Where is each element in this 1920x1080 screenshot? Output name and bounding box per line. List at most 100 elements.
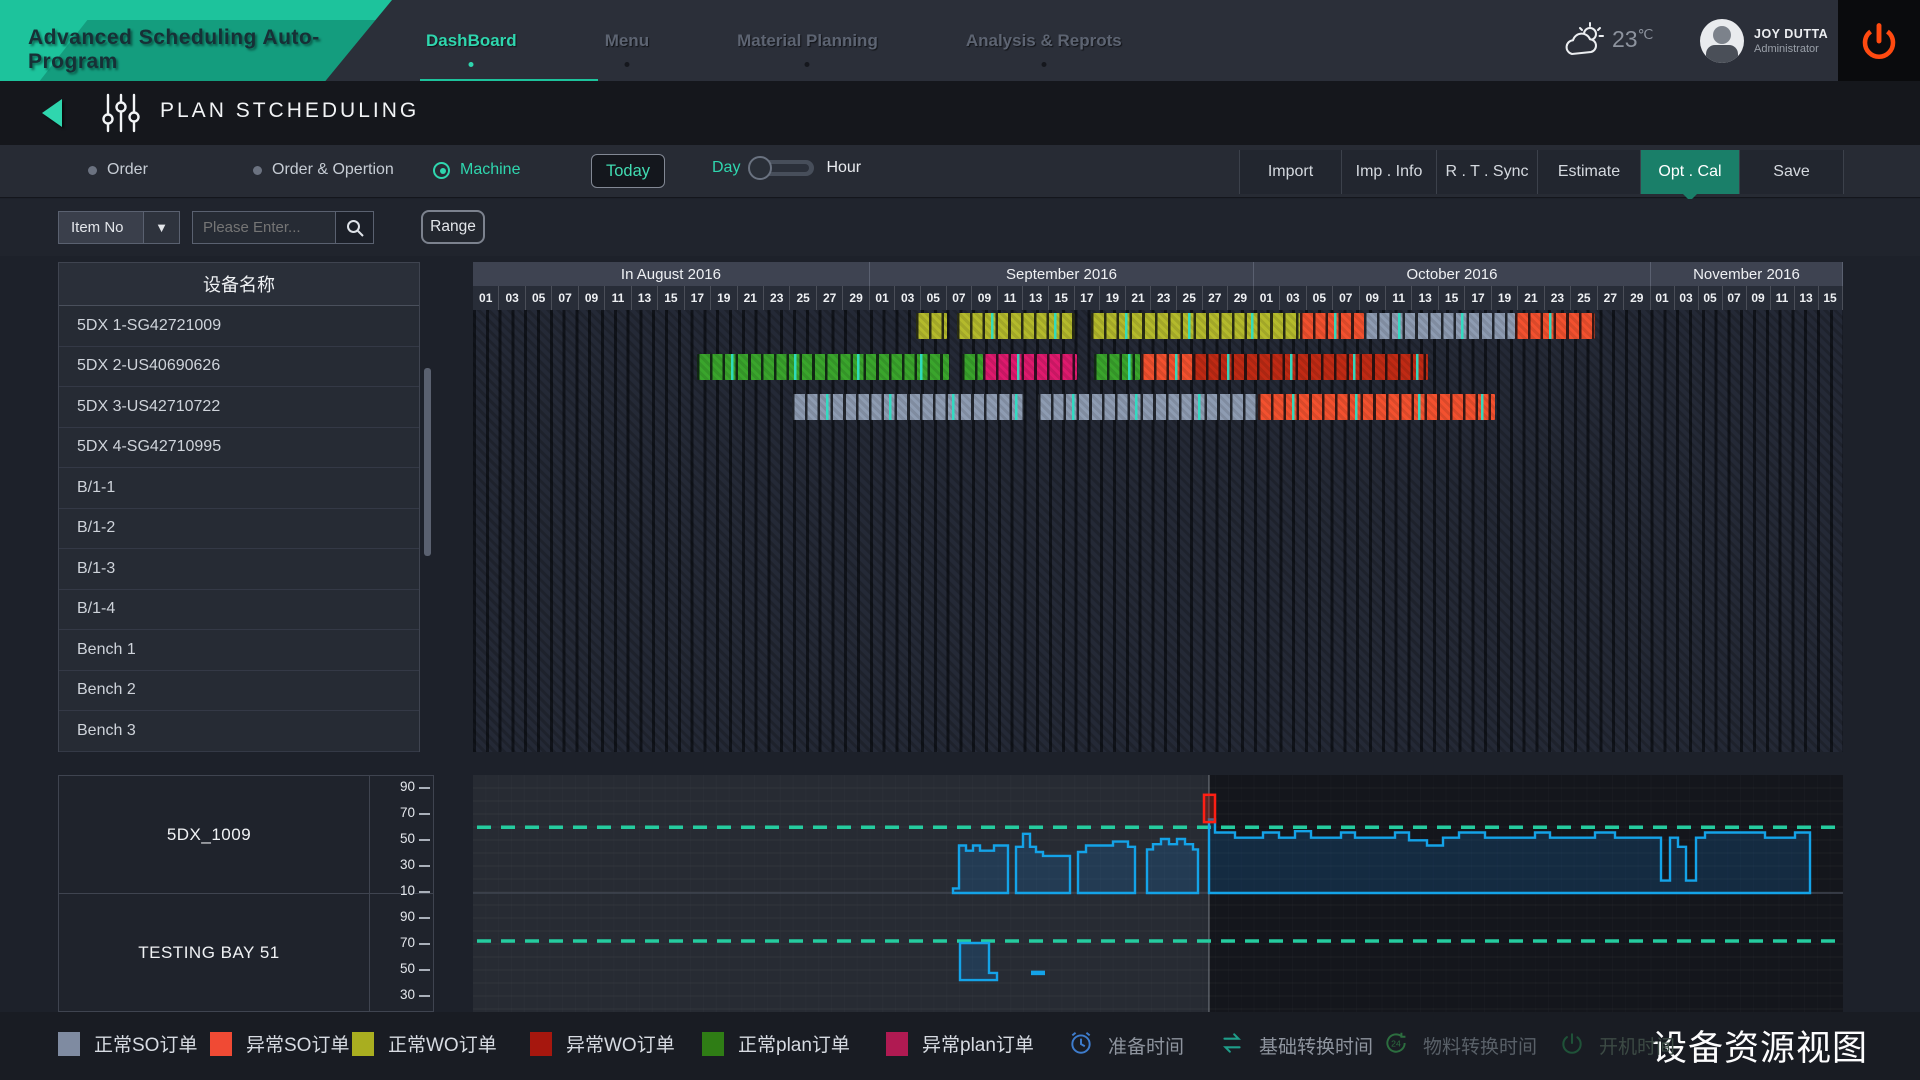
toolbar-button-opt-cal[interactable]: Opt . Cal [1641, 150, 1740, 194]
search-input[interactable] [193, 218, 335, 237]
legend-swatch [58, 1032, 80, 1056]
load-row-label-cell: TESTING BAY 5190705030 [59, 894, 433, 1011]
gantt-month-label: November 2016 [1651, 262, 1843, 286]
legend-item: 正常WO订单 [352, 1030, 497, 1057]
legend-item: 准备时间 [1068, 1030, 1184, 1061]
toggle-hour-label[interactable]: Hour [826, 159, 861, 177]
power-button[interactable] [1838, 0, 1920, 81]
nav-item-analysis-reprots[interactable]: Analysis & Reprots [960, 31, 1128, 51]
refresh-24-icon: 24 [1383, 1030, 1409, 1061]
legend-item: 正常plan订单 [702, 1030, 850, 1057]
radio-order-opertion[interactable]: Order & Opertion [253, 161, 394, 179]
gantt-bar-segment[interactable] [916, 313, 947, 339]
radio-icon[interactable] [88, 166, 97, 175]
machine-row[interactable]: 5DX 3-US42710722 [59, 387, 419, 428]
radio-selected-icon[interactable] [433, 162, 450, 179]
machine-list-panel: 设备名称 5DX 1-SG427210095DX 2-US406906265DX… [58, 262, 420, 752]
y-axis-tick: 50 [371, 961, 415, 976]
gantt-bar-segment[interactable] [1091, 313, 1300, 339]
toolbar-button-r-t-sync[interactable]: R . T . Sync [1437, 150, 1538, 194]
gantt-bar-segment[interactable] [1141, 354, 1192, 380]
radio-label: Machine [460, 161, 520, 179]
range-button[interactable]: Range [421, 210, 485, 244]
user-menu[interactable]: JOY DUTTA Administrator ▼ [1700, 14, 1857, 68]
gantt-bar-segment[interactable] [1300, 313, 1364, 339]
legend-label: 正常SO订单 [94, 1030, 197, 1057]
legend-label: 异常plan订单 [922, 1030, 1034, 1057]
machine-row[interactable]: B/1-2 [59, 509, 419, 550]
gantt-bar-segment[interactable] [697, 354, 949, 380]
search-icon[interactable] [335, 212, 373, 243]
legend-swatch [702, 1032, 724, 1056]
action-button-group: ImportImp . InfoR . T . SyncEstimateOpt … [1239, 150, 1844, 194]
machine-row[interactable]: B/1-4 [59, 590, 419, 631]
avatar[interactable] [1700, 19, 1744, 63]
power-icon [1858, 20, 1900, 62]
legend-label: 异常SO订单 [246, 1030, 349, 1057]
page-title: PLAN STCHEDULING [160, 99, 419, 123]
gantt-bar-segment[interactable] [1193, 354, 1429, 380]
gantt-bar-segment[interactable] [957, 313, 1075, 339]
app-logo: Advanced Scheduling Auto-Program [0, 0, 392, 81]
toolbar-button-imp-info[interactable]: Imp . Info [1342, 150, 1437, 194]
legend-swatch [210, 1032, 232, 1056]
gantt-bar-segment[interactable] [983, 354, 1078, 380]
machine-row[interactable]: 5DX 4-SG42710995 [59, 428, 419, 469]
weather-icon [1562, 22, 1606, 60]
toolbar-button-save[interactable]: Save [1740, 150, 1844, 194]
tick-dash [419, 943, 430, 945]
item-no-select[interactable]: Item No ▼ [58, 211, 180, 244]
gantt-month-header: In August 2016September 2016October 2016… [473, 262, 1843, 286]
load-row-label: 5DX_1009 [59, 776, 359, 893]
back-button[interactable] [42, 99, 62, 127]
machine-row[interactable]: Bench 1 [59, 630, 419, 671]
gantt-bar-segment[interactable] [1094, 354, 1140, 380]
sliders-icon [100, 93, 142, 138]
select-chevron-icon[interactable]: ▼ [143, 212, 179, 243]
logo-title: Advanced Scheduling Auto-Program [28, 26, 392, 74]
view-title: 设备资源视图 [1652, 1020, 1868, 1071]
legend-label: 物料转换时间 [1423, 1032, 1537, 1059]
gantt-bar-segment[interactable] [792, 394, 1024, 420]
machine-row[interactable]: 5DX 2-US40690626 [59, 347, 419, 388]
machine-list-header: 设备名称 [59, 263, 419, 306]
nav-item-material-planning[interactable]: Material Planning [731, 31, 884, 51]
radio-icon[interactable] [253, 166, 262, 175]
gantt-bar-segment[interactable] [1515, 313, 1594, 339]
machine-list-scrollbar[interactable] [424, 368, 431, 556]
day-hour-toggle[interactable] [752, 160, 814, 176]
gantt-bar-segment[interactable] [962, 354, 982, 380]
gantt-bars-layer [473, 306, 1843, 752]
legend-swatch [352, 1032, 374, 1056]
legend-item: 24 物料转换时间 [1383, 1030, 1537, 1061]
tick-dash [419, 839, 430, 841]
machine-row[interactable]: B/1-3 [59, 549, 419, 590]
radio-order[interactable]: Order [88, 161, 148, 179]
legend-item: 异常SO订单 [210, 1030, 349, 1057]
radio-machine[interactable]: Machine [433, 161, 520, 179]
toggle-day-label[interactable]: Day [712, 159, 740, 177]
tick-dash [419, 917, 430, 919]
gantt-bar-segment[interactable] [1364, 313, 1515, 339]
radio-label: Order [107, 161, 148, 179]
y-axis-tick: 90 [371, 909, 415, 924]
toolbar-button-import[interactable]: Import [1239, 150, 1342, 194]
temperature: 23℃ [1612, 26, 1653, 53]
machine-row[interactable]: B/1-1 [59, 468, 419, 509]
toolbar-button-estimate[interactable]: Estimate [1538, 150, 1641, 194]
nav-item-menu[interactable]: Menu [599, 31, 655, 51]
load-row-label: TESTING BAY 51 [59, 894, 359, 1011]
nav-item-dashboard[interactable]: DashBoard [420, 31, 523, 51]
y-axis-tick: 90 [371, 779, 415, 794]
machine-row[interactable]: 5DX 1-SG42721009 [59, 306, 419, 347]
power-icon [1559, 1030, 1585, 1061]
legend-swatch [886, 1032, 908, 1056]
machine-row[interactable]: Bench 3 [59, 711, 419, 752]
gantt-bar-segment[interactable] [1038, 394, 1257, 420]
gantt-bar-segment[interactable] [1258, 394, 1495, 420]
legend-swatch [530, 1032, 552, 1056]
load-chart [473, 775, 1843, 1012]
gantt-month-label: In August 2016 [473, 262, 870, 286]
machine-row[interactable]: Bench 2 [59, 671, 419, 712]
today-button[interactable]: Today [591, 154, 665, 188]
